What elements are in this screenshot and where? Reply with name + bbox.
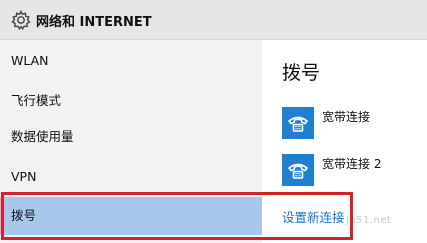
settings-sidebar: WLAN 飞行模式 数据使用量 VPN 拨号 <box>0 40 262 243</box>
sidebar-item-airplane-mode[interactable]: 飞行模式 <box>0 86 262 116</box>
dialup-phone-icon <box>282 154 314 186</box>
connection-label: 宽带连接 <box>322 110 371 124</box>
dialup-phone-icon <box>282 107 314 139</box>
sidebar-item-data-usage[interactable]: 数据使用量 <box>0 122 262 152</box>
sidebar-item-vpn[interactable]: VPN <box>0 162 262 192</box>
connection-item-broadband-1[interactable]: 宽带连接 <box>282 107 422 141</box>
main-panel: 拨号 宽带连接 宽带连接 2 设置新连接 <box>262 40 427 243</box>
gear-icon <box>10 9 32 31</box>
settings-header: 网络和 INTERNET <box>0 0 427 40</box>
section-title: 拨号 <box>282 62 321 84</box>
watermark: jb51.net <box>346 215 392 226</box>
setup-new-connection-link[interactable]: 设置新连接 <box>282 207 345 226</box>
connection-label: 宽带连接 2 <box>322 157 382 171</box>
connection-item-broadband-2[interactable]: 宽带连接 2 <box>282 154 422 188</box>
sidebar-item-dialup[interactable]: 拨号 <box>0 197 262 235</box>
sidebar-item-wlan[interactable]: WLAN <box>0 46 262 76</box>
page-title: 网络和 INTERNET <box>36 15 152 30</box>
